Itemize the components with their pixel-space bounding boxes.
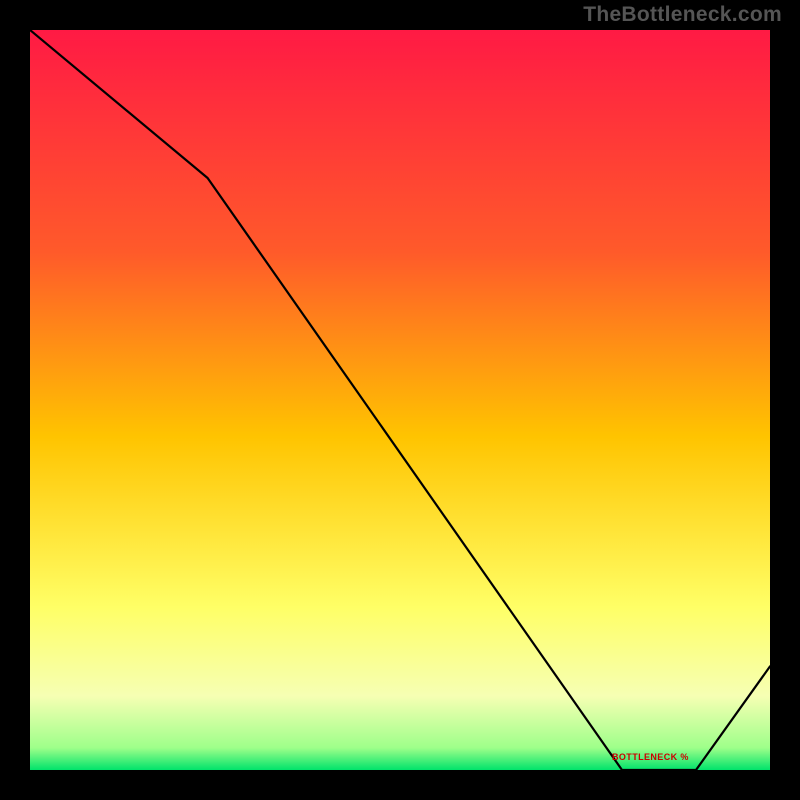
line-label: BOTTLENECK % xyxy=(612,752,689,762)
watermark-text: TheBottleneck.com xyxy=(583,3,782,27)
bottleneck-chart xyxy=(30,30,770,770)
chart-background-gradient xyxy=(30,30,770,770)
chart-frame: TheBottleneck.com BOTTLENECK % xyxy=(0,0,800,800)
